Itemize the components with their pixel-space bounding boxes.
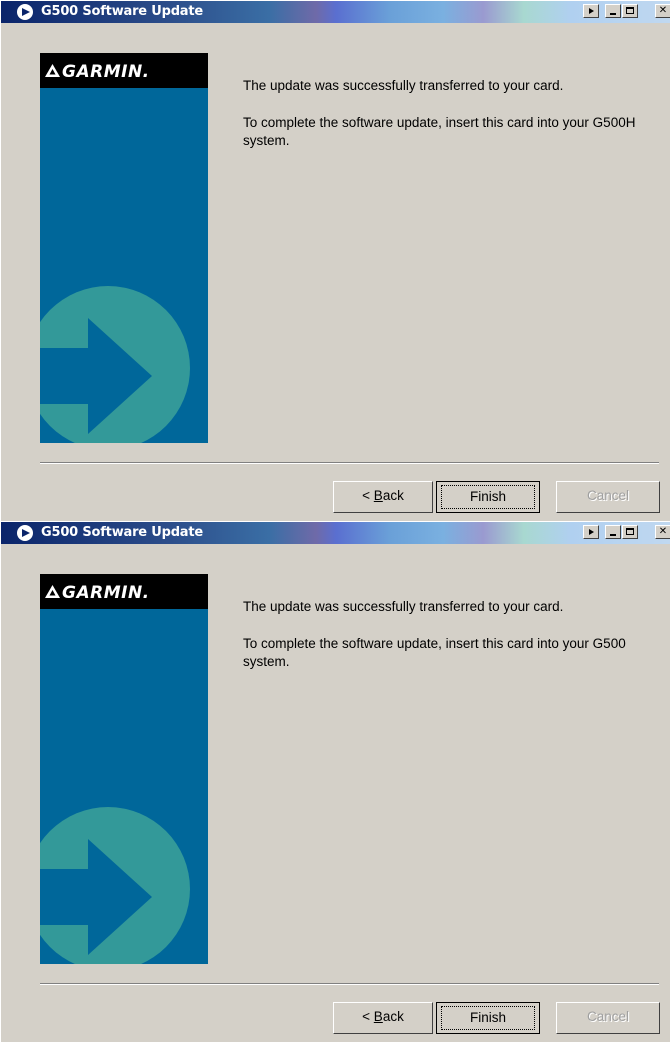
back-label-rest: ack — [382, 488, 404, 503]
finish-label: Finish — [441, 485, 535, 509]
back-label-rest: ack — [382, 1009, 404, 1024]
success-message: The update was successfully transferred … — [243, 78, 564, 93]
window-title: G500 Software Update — [41, 525, 204, 540]
back-label-accel: B — [373, 488, 383, 503]
dialog-window-1: G500 Software Update ✕ GARMIN. The updat… — [0, 0, 670, 521]
maximize-icon[interactable] — [622, 525, 638, 539]
garmin-banner: GARMIN. — [40, 574, 208, 964]
arrow-circle-icon[interactable] — [17, 525, 33, 541]
separator-line — [40, 462, 659, 464]
cancel-button[interactable]: Cancel — [556, 481, 660, 513]
title-bar[interactable]: G500 Software Update ✕ — [1, 1, 670, 23]
back-label-prefix: < — [362, 1009, 374, 1024]
logo-bar: GARMIN. — [40, 574, 208, 609]
window-title: G500 Software Update — [41, 4, 204, 19]
menu-arrow-icon[interactable] — [583, 525, 599, 539]
garmin-banner: GARMIN. — [40, 53, 208, 443]
maximize-icon[interactable] — [622, 4, 638, 18]
garmin-triangle-icon — [45, 585, 60, 598]
cancel-button[interactable]: Cancel — [556, 1002, 660, 1034]
logo-bar: GARMIN. — [40, 53, 208, 88]
back-button[interactable]: < Back — [333, 481, 433, 513]
garmin-triangle-icon — [45, 64, 60, 77]
garmin-logo: GARMIN. — [62, 62, 150, 82]
minimize-icon[interactable] — [605, 4, 621, 18]
dialog-window-2: G500 Software Update ✕ GARMIN. The updat… — [0, 521, 670, 1042]
menu-arrow-icon[interactable] — [583, 4, 599, 18]
instruction-message: To complete the software update, insert … — [243, 636, 626, 669]
finish-label: Finish — [441, 1006, 535, 1030]
success-message: The update was successfully transferred … — [243, 599, 564, 614]
close-icon[interactable]: ✕ — [655, 4, 670, 18]
garmin-logo: GARMIN. — [62, 583, 150, 603]
title-bar[interactable]: G500 Software Update ✕ — [1, 522, 670, 544]
separator-line — [40, 983, 659, 985]
arrow-graphic-icon — [40, 286, 190, 443]
arrow-graphic-icon — [40, 807, 190, 964]
back-label-accel: B — [373, 1009, 383, 1024]
minimize-icon[interactable] — [605, 525, 621, 539]
back-label-prefix: < — [362, 488, 374, 503]
finish-button[interactable]: Finish — [436, 481, 540, 513]
finish-button[interactable]: Finish — [436, 1002, 540, 1034]
instruction-message: To complete the software update, insert … — [243, 115, 636, 148]
back-button[interactable]: < Back — [333, 1002, 433, 1034]
arrow-circle-icon[interactable] — [17, 4, 33, 20]
close-icon[interactable]: ✕ — [655, 525, 670, 539]
